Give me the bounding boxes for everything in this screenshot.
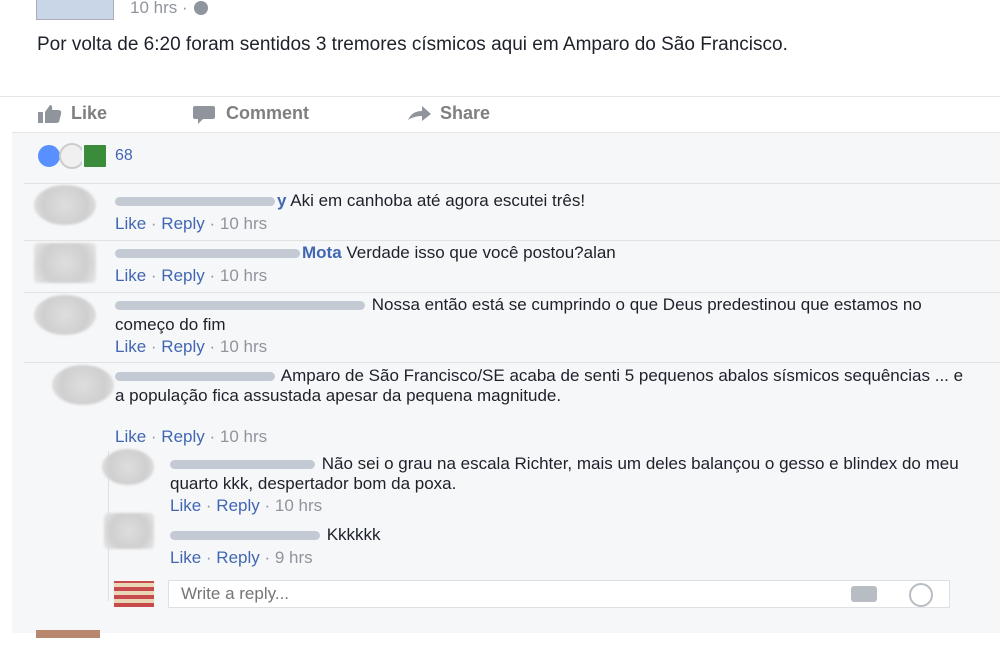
comment-text: y Aki em canhoba até agora escutei três! [115, 191, 975, 211]
reply-avatar[interactable] [104, 513, 154, 549]
comment-like-link[interactable]: Like [115, 266, 146, 285]
reply-time[interactable]: 9 hrs [275, 548, 313, 567]
author-avatar[interactable] [36, 0, 114, 20]
comments-section: 68 y Aki em canhoba até agora escutei tr… [12, 132, 1000, 633]
share-label: Share [440, 103, 491, 123]
like-button[interactable]: Like [37, 103, 107, 124]
comment-avatar[interactable] [34, 295, 96, 335]
current-user-avatar [114, 581, 154, 607]
comment-avatar[interactable] [34, 185, 96, 225]
comment-meta: Like · Reply · 10 hrs [115, 214, 268, 233]
reaction-count: 68 [115, 147, 133, 164]
camera-icon[interactable] [851, 586, 877, 602]
comment-reply-link[interactable]: Reply [161, 214, 204, 233]
reply-body: Kkkkkk [322, 525, 381, 544]
comment-text: Mota Verdade isso que você postou?alan [115, 243, 975, 263]
replier-name[interactable] [170, 531, 320, 541]
comment-reply-link[interactable]: Reply [161, 427, 204, 446]
divider [24, 240, 1000, 241]
globe-icon [193, 1, 208, 15]
divider [24, 183, 1000, 184]
comment-text: Amparo de São Francisco/SE acaba de sent… [115, 366, 975, 406]
commenter-name[interactable] [115, 372, 275, 382]
reply-text: Não sei o grau na escala Richter, mais u… [170, 454, 960, 494]
comment-text: Nossa então está se cumprindo o que Deus… [115, 295, 975, 335]
comment-meta: Like · Reply · 10 hrs [115, 337, 268, 356]
commenter-name[interactable] [115, 249, 300, 259]
divider [24, 292, 1000, 293]
comment-meta: Like · Reply · 10 hrs [115, 427, 268, 446]
commenter-name[interactable] [115, 301, 365, 311]
comment-label: Comment [226, 103, 310, 123]
comment-bubble-icon [193, 105, 215, 124]
comment-avatar[interactable] [52, 365, 114, 405]
reply-time[interactable]: 10 hrs [275, 496, 322, 515]
comment-body: Aki em canhoba até agora escutei três! [286, 191, 586, 210]
post-card: 10 hrs · Por volta de 6:20 foram sentido… [0, 0, 1000, 132]
next-comment-avatar [36, 630, 100, 638]
emoji-icon[interactable] [909, 583, 933, 607]
comment-reply-link[interactable]: Reply [161, 337, 204, 356]
comment-time[interactable]: 10 hrs [220, 427, 267, 446]
reply-meta: Like · Reply · 10 hrs [170, 496, 323, 515]
comment-like-link[interactable]: Like [115, 427, 146, 446]
reply-reply-link[interactable]: Reply [216, 496, 259, 515]
comment-like-link[interactable]: Like [115, 337, 146, 356]
commenter-name[interactable] [115, 197, 275, 207]
comment-time[interactable]: 10 hrs [220, 266, 267, 285]
reply-avatar[interactable] [102, 449, 154, 485]
reply-meta: Like · Reply · 9 hrs [170, 548, 313, 567]
share-button[interactable]: Share [406, 103, 490, 124]
reply-composer[interactable] [168, 580, 950, 608]
comment-meta: Like · Reply · 10 hrs [115, 266, 268, 285]
reply-input[interactable] [179, 581, 823, 607]
comment-like-link[interactable]: Like [115, 214, 146, 233]
comment-avatar[interactable] [34, 243, 96, 283]
divider [24, 362, 1000, 363]
action-bar: Like Comment Share [0, 96, 1000, 131]
comment-reply-link[interactable]: Reply [161, 266, 204, 285]
comment-body: Verdade isso que você postou?alan [341, 243, 616, 262]
comment-time[interactable]: 10 hrs [220, 337, 267, 356]
replier-name[interactable] [170, 460, 315, 470]
like-thumb-icon [38, 104, 62, 123]
reply-like-link[interactable]: Like [170, 496, 201, 515]
comment-button[interactable]: Comment [192, 103, 309, 124]
reactions-summary[interactable]: 68 [36, 143, 133, 169]
post-text: Por volta de 6:20 foram sentidos 3 tremo… [37, 34, 788, 55]
like-label: Like [71, 103, 108, 123]
reply-like-link[interactable]: Like [170, 548, 201, 567]
reply-reply-link[interactable]: Reply [216, 548, 259, 567]
reply-text: Kkkkkk [170, 525, 960, 545]
post-timestamp[interactable]: 10 hrs · [130, 0, 188, 18]
commenter-name-tail[interactable]: Mota [302, 243, 342, 262]
wow-reaction-icon [82, 143, 108, 169]
share-arrow-icon [408, 105, 431, 121]
post-meta: 10 hrs · [130, 0, 208, 18]
comment-time[interactable]: 10 hrs [220, 214, 267, 233]
